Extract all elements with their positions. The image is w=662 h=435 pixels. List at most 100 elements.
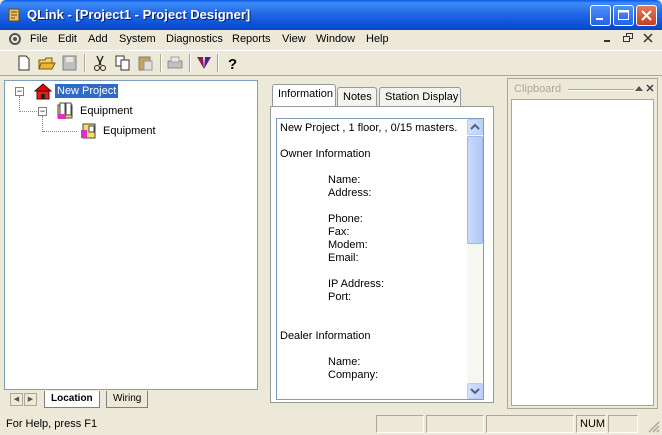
toolbar-separator [160, 54, 162, 72]
mdi-restore-icon [623, 33, 633, 42]
tab-notes[interactable]: Notes [337, 87, 377, 107]
menu-edit[interactable]: Edit [58, 33, 77, 45]
owner-address-label: Address: [328, 187, 372, 199]
clipboard-content[interactable] [511, 99, 654, 406]
chevron-up-icon [470, 123, 480, 130]
chevron-down-icon [470, 388, 480, 395]
menu-help[interactable]: Help [366, 33, 389, 45]
tab-wiring[interactable]: Wiring [106, 391, 149, 408]
new-icon[interactable] [14, 54, 34, 72]
owner-phone-label: Phone: [328, 213, 363, 225]
toolbar-separator [84, 54, 86, 72]
tree-item-new-project[interactable]: New Project [55, 84, 119, 98]
tab-location[interactable]: Location [44, 391, 100, 408]
tree-item-equipment[interactable]: Equipment [78, 104, 135, 118]
menu-window[interactable]: Window [316, 33, 355, 45]
details-panel: Information Notes Station Display New Pr… [264, 78, 502, 409]
owner-email-label: Email: [328, 252, 359, 264]
mdi-minimize-button[interactable] [601, 33, 615, 46]
scroll-thumb[interactable] [467, 136, 483, 244]
title-bar[interactable]: QLink - [Project1 - Project Designer] [0, 0, 662, 30]
clipboard-title: Clipboard [514, 83, 562, 95]
tree-collapse-equipment[interactable]: − [38, 107, 47, 116]
info-scrollbar[interactable] [467, 119, 483, 399]
clipboard-maximize-button[interactable] [633, 83, 644, 94]
tree-connector [43, 131, 77, 132]
scroll-up-button[interactable] [467, 119, 483, 135]
tree-connector [19, 96, 20, 112]
scroll-down-button[interactable] [467, 383, 483, 399]
project-tree[interactable]: − New Project − Equipment Equipment [4, 80, 258, 390]
project-summary: New Project , 1 floor, , 0/15 masters. [280, 122, 458, 134]
owner-fax-label: Fax: [328, 226, 350, 238]
status-pane [426, 415, 484, 433]
menu-system[interactable]: System [119, 33, 156, 45]
clipboard-gripper [568, 89, 634, 91]
mdi-minimize-icon [604, 40, 610, 42]
tree-collapse-root[interactable]: − [15, 87, 24, 96]
clipboard-close-button[interactable] [644, 83, 655, 94]
status-pane [486, 415, 574, 433]
resize-grip-icon[interactable] [646, 419, 660, 433]
tree-tabs: ◀ ▶ Location Wiring [4, 391, 258, 409]
information-text[interactable]: New Project , 1 floor, , 0/15 masters. O… [276, 118, 484, 400]
close-icon [641, 10, 652, 21]
toolbar-separator [189, 54, 191, 72]
minimize-icon [596, 18, 603, 20]
svg-text:?: ? [228, 56, 237, 72]
close-icon [646, 84, 653, 92]
status-pane [376, 415, 424, 433]
window-title: QLink - [Project1 - Project Designer] [27, 7, 251, 22]
house-icon [33, 83, 53, 100]
num-lock-indicator: NUM [576, 415, 606, 433]
toolbar: ? [0, 50, 662, 76]
owner-ip-label: IP Address: [328, 278, 385, 290]
tab-content: New Project , 1 floor, , 0/15 masters. O… [270, 106, 494, 403]
owner-heading: Owner Information [280, 148, 371, 160]
app-icon [8, 8, 20, 22]
copy-icon[interactable] [113, 54, 133, 72]
cut-icon[interactable] [90, 54, 110, 72]
menu-reports[interactable]: Reports [232, 33, 271, 45]
mdi-close-icon [643, 33, 653, 43]
paste-icon[interactable] [136, 54, 156, 72]
owner-name-label: Name: [328, 174, 361, 186]
close-button[interactable] [636, 5, 657, 26]
help-icon[interactable]: ? [222, 54, 242, 72]
toolbar-separator [217, 54, 219, 72]
owner-modem-label: Modem: [328, 239, 368, 251]
print-icon[interactable] [165, 54, 185, 72]
tab-station-display[interactable]: Station Display [379, 87, 461, 107]
clipboard-panel: Clipboard [507, 78, 658, 409]
menu-file[interactable]: File [30, 33, 48, 45]
equipment-icon [81, 123, 96, 139]
status-pane [608, 415, 638, 433]
minimize-button[interactable] [590, 5, 611, 26]
tab-scroll-right[interactable]: ▶ [24, 393, 37, 406]
menu-bar: File Edit Add System Diagnostics Reports… [0, 30, 662, 49]
menu-add[interactable]: Add [88, 33, 108, 45]
dealer-company-label: Company: [328, 369, 379, 381]
logo-icon[interactable] [194, 54, 214, 72]
tab-scroll-left[interactable]: ◀ [10, 393, 23, 406]
tree-connector [20, 111, 37, 112]
owner-port-label: Port: [328, 291, 352, 303]
status-bar: For Help, press F1 NUM [0, 413, 662, 435]
tree-connector [42, 116, 43, 132]
save-icon[interactable] [60, 54, 80, 72]
mdi-restore-button[interactable] [621, 33, 635, 46]
menu-diagnostics[interactable]: Diagnostics [166, 33, 223, 45]
dealer-heading: Dealer Information [280, 330, 371, 342]
tree-item-equipment-child[interactable]: Equipment [101, 124, 158, 138]
maximize-button[interactable] [613, 5, 634, 26]
equipment-icon [57, 102, 73, 119]
open-icon[interactable] [37, 54, 57, 72]
app-menu-icon[interactable] [7, 32, 23, 47]
mdi-close-button[interactable] [641, 33, 655, 46]
triangle-up-icon [634, 86, 643, 91]
dealer-name-label: Name: [328, 356, 361, 368]
status-text: For Help, press F1 [6, 418, 98, 430]
menu-view[interactable]: View [282, 33, 306, 45]
app-window: QLink - [Project1 - Project Designer] Fi… [0, 0, 662, 435]
tab-information[interactable]: Information [272, 84, 336, 106]
